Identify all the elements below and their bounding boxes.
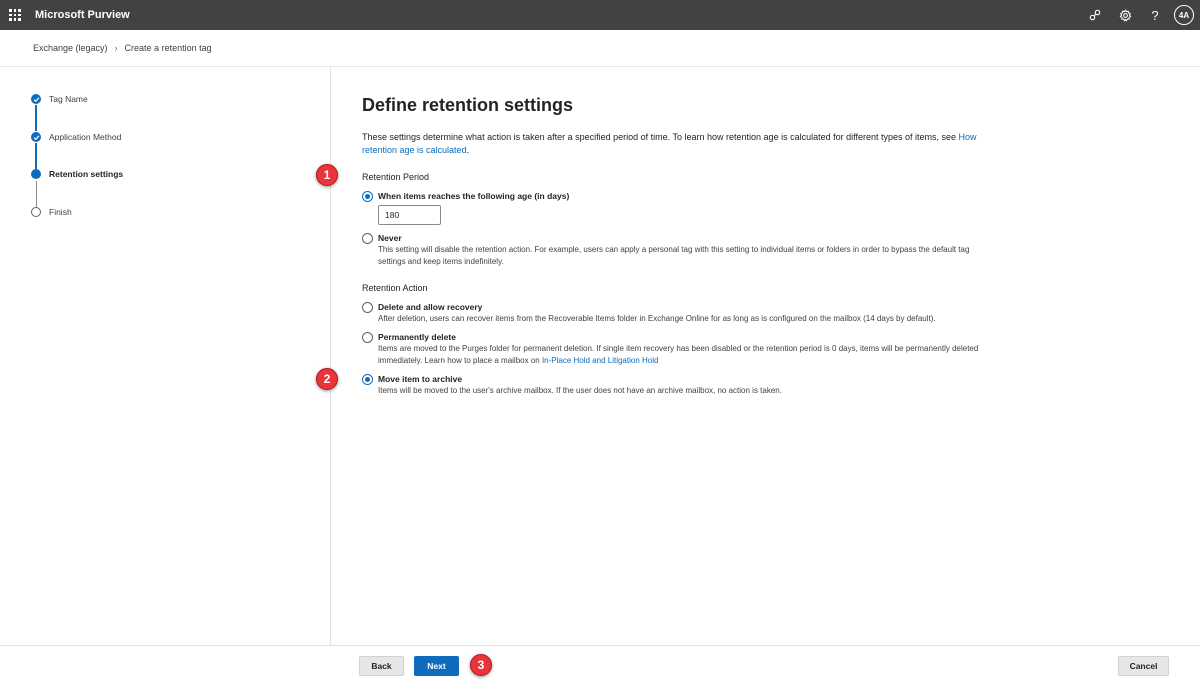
description-end: . — [466, 145, 470, 155]
retention-period-label: Retention Period — [362, 172, 430, 182]
footer-bar: Back Next 3 Cancel — [0, 645, 1200, 685]
connect-icon[interactable] — [1080, 0, 1110, 30]
gear-icon[interactable] — [1110, 0, 1140, 30]
back-button[interactable]: Back — [359, 656, 404, 676]
breadcrumb-item-create-tag: Create a retention tag — [124, 43, 212, 53]
current-step-dot-icon — [31, 169, 41, 179]
retention-action-label: Retention Action — [362, 283, 428, 293]
radio-label: Delete and allow recovery — [378, 302, 483, 312]
avatar[interactable]: 4A — [1174, 5, 1194, 25]
radio-button[interactable] — [362, 332, 373, 343]
callout-marker-3: 3 — [470, 654, 492, 676]
radio-label: Move item to archive — [378, 374, 463, 384]
checkmark-icon — [31, 94, 41, 104]
page-description: These settings determine what action is … — [362, 131, 987, 157]
radio-description: Items are moved to the Purges folder for… — [378, 343, 998, 367]
radio-button[interactable] — [362, 233, 373, 244]
help-icon[interactable]: ? — [1140, 0, 1170, 30]
pending-step-dot-icon — [31, 207, 41, 217]
top-bar: Microsoft Purview ? 4A — [0, 0, 1200, 30]
cancel-button[interactable]: Cancel — [1118, 656, 1169, 676]
in-place-hold-link[interactable]: In-Place Hold and Litigation Hold — [542, 356, 659, 365]
wizard-step-retention-settings[interactable]: Retention settings — [31, 169, 123, 179]
next-button[interactable]: Next — [414, 656, 459, 676]
radio-never[interactable]: Never This setting will disable the rete… — [362, 233, 998, 268]
radio-description: This setting will disable the retention … — [378, 245, 970, 266]
radio-description: After deletion, users can recover items … — [378, 314, 936, 323]
step-connector — [35, 181, 37, 207]
radio-description: Items will be moved to the user's archiv… — [378, 386, 782, 395]
wizard-step-label: Tag Name — [49, 94, 88, 104]
wizard-step-finish[interactable]: Finish — [31, 207, 72, 217]
step-connector — [35, 143, 37, 169]
radio-button[interactable] — [362, 191, 373, 202]
wizard-steps-panel: Tag Name Application Method Retention se… — [0, 67, 331, 645]
app-title[interactable]: Microsoft Purview — [35, 9, 130, 21]
page-title: Define retention settings — [362, 95, 574, 115]
step-connector — [35, 105, 37, 131]
wizard-step-label: Finish — [49, 207, 72, 217]
radio-button[interactable] — [362, 374, 373, 385]
radio-label: Never — [378, 233, 402, 243]
description-text: Items are moved to the Purges folder for… — [378, 344, 979, 365]
checkmark-icon — [31, 132, 41, 142]
chevron-right-icon: › — [114, 43, 118, 53]
radio-button[interactable] — [362, 302, 373, 313]
waffle-icon[interactable] — [0, 0, 30, 30]
breadcrumb: Exchange (legacy) › Create a retention t… — [0, 30, 1200, 67]
radio-label: When items reaches the following age (in… — [378, 191, 570, 201]
radio-label: Permanently delete — [378, 332, 456, 342]
radio-age-in-days[interactable]: When items reaches the following age (in… — [362, 191, 569, 202]
radio-move-to-archive[interactable]: Move item to archive Items will be moved… — [362, 374, 998, 397]
radio-delete-allow-recovery[interactable]: Delete and allow recovery After deletion… — [362, 302, 998, 325]
days-input[interactable]: 180 — [378, 205, 441, 225]
breadcrumb-item-exchange[interactable]: Exchange (legacy) — [33, 43, 108, 53]
callout-marker-1: 1 — [316, 164, 338, 186]
description-text: These settings determine what action is … — [362, 132, 959, 142]
wizard-step-label: Retention settings — [49, 169, 124, 179]
wizard-step-label: Application Method — [49, 132, 122, 142]
radio-permanently-delete[interactable]: Permanently delete Items are moved to th… — [362, 332, 998, 367]
wizard-step-application-method[interactable]: Application Method — [31, 132, 121, 142]
callout-marker-2: 2 — [316, 368, 338, 390]
wizard-step-tag-name[interactable]: Tag Name — [31, 94, 88, 104]
